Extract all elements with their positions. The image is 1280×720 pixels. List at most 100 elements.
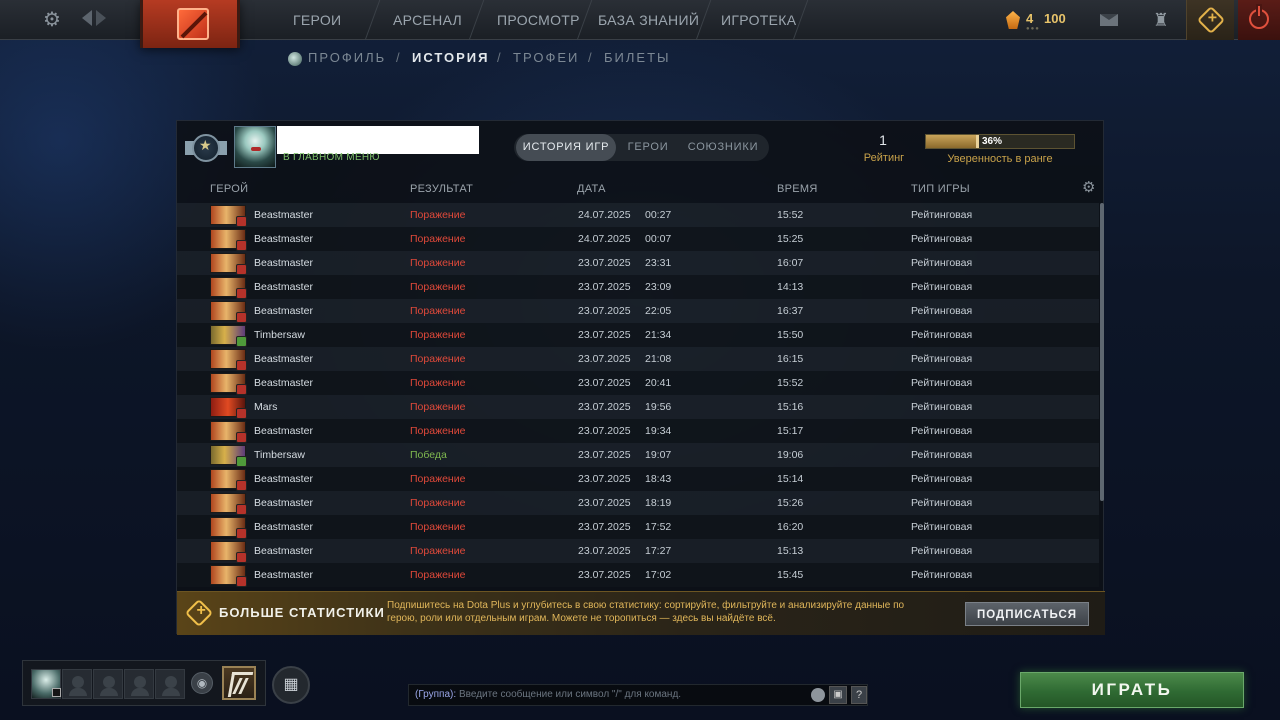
- table-row[interactable]: Beastmaster Поражение 23.07.2025 20:41 15:52…: [177, 371, 1099, 395]
- table-row[interactable]: Beastmaster Поражение 23.07.2025 18:43 15:14…: [177, 467, 1099, 491]
- armory-icon[interactable]: ♜: [1151, 10, 1171, 30]
- table-row[interactable]: Beastmaster Поражение 23.07.2025 17:27 15:13…: [177, 539, 1099, 563]
- row-result: Поражение: [410, 329, 466, 341]
- role-badge-icon: [236, 240, 247, 251]
- subnav-trophies[interactable]: ТРОФЕИ: [513, 50, 579, 65]
- row-time: 23:31: [645, 257, 672, 269]
- table-row[interactable]: Beastmaster Поражение 23.07.2025 23:31 16:07…: [177, 251, 1099, 275]
- play-button[interactable]: ИГРАТЬ: [1020, 672, 1244, 708]
- row-hero: Beastmaster: [254, 233, 313, 245]
- party-slot-empty[interactable]: [62, 669, 92, 699]
- column-hero[interactable]: ГЕРОЙ: [210, 183, 248, 195]
- row-hero: Timbersaw: [254, 449, 305, 461]
- profile-avatar-icon: [288, 52, 302, 66]
- party-slot-empty[interactable]: [124, 669, 154, 699]
- row-hero: Beastmaster: [254, 281, 313, 293]
- forward-arrow-icon[interactable]: [96, 10, 106, 26]
- row-hero: Beastmaster: [254, 521, 313, 533]
- tab-heroes[interactable]: ГЕРОИ: [618, 134, 678, 161]
- column-game-type[interactable]: ТИП ИГРЫ: [911, 183, 970, 195]
- role-badge-icon: [236, 384, 247, 395]
- table-row[interactable]: Timbersaw Поражение 23.07.2025 21:34 15:50 Ре…: [177, 323, 1099, 347]
- nav-armory[interactable]: АРСЕНАЛ: [393, 0, 462, 40]
- confidence-marker: [976, 135, 980, 148]
- role-badge-icon: [236, 216, 247, 227]
- battle-pass-badge-icon[interactable]: [222, 666, 256, 700]
- help-icon[interactable]: ?: [851, 686, 867, 704]
- dota-plus-button[interactable]: [1186, 0, 1234, 40]
- table-row[interactable]: Beastmaster Поражение 23.07.2025 17:02 15:45…: [177, 563, 1099, 587]
- exit-button[interactable]: [1238, 0, 1280, 40]
- dota-plus-icon: [1196, 5, 1226, 35]
- gear-icon[interactable]: ⚙: [40, 8, 64, 32]
- column-duration[interactable]: ВРЕМЯ: [777, 183, 818, 195]
- row-date: 23.07.2025: [578, 257, 631, 269]
- row-date: 23.07.2025: [578, 425, 631, 437]
- subnav-tickets[interactable]: БИЛЕТЫ: [604, 50, 671, 65]
- image-icon[interactable]: ▣: [829, 686, 847, 704]
- table-row[interactable]: Beastmaster Поражение 23.07.2025 21:08 16:15…: [177, 347, 1099, 371]
- chat-channel-label[interactable]: (Группа):: [415, 685, 456, 705]
- table-row[interactable]: Beastmaster Поражение 23.07.2025 22:05 16:37…: [177, 299, 1099, 323]
- emoji-icon[interactable]: [811, 688, 825, 702]
- party-slot-self[interactable]: [31, 669, 61, 699]
- dota-logo-button[interactable]: [140, 0, 240, 48]
- group-finder-icon[interactable]: ▦: [272, 666, 310, 704]
- party-slot-empty[interactable]: [93, 669, 123, 699]
- lock-icon: [52, 688, 61, 697]
- row-duration: 16:37: [777, 305, 804, 317]
- nav-watch[interactable]: ПРОСМОТР: [497, 0, 580, 40]
- row-game-type: Рейтинговая: [911, 497, 973, 509]
- party-slot-empty[interactable]: [155, 669, 185, 699]
- subnav-profile[interactable]: ПРОФИЛЬ: [308, 50, 386, 65]
- back-arrow-icon[interactable]: [82, 10, 92, 26]
- row-result: Поражение: [410, 281, 466, 293]
- row-result: Победа: [410, 449, 447, 461]
- table-settings-gear-icon[interactable]: ⚙: [1082, 180, 1095, 196]
- table-row[interactable]: Beastmaster Поражение 23.07.2025 17:52 16:20…: [177, 515, 1099, 539]
- table-row[interactable]: Beastmaster Поражение 23.07.2025 23:09 14:13…: [177, 275, 1099, 299]
- table-row[interactable]: Beastmaster Поражение 24.07.2025 00:07 15:25…: [177, 227, 1099, 251]
- subscribe-button[interactable]: ПОДПИСАТЬСЯ: [965, 602, 1089, 626]
- row-duration: 16:15: [777, 353, 804, 365]
- column-result[interactable]: РЕЗУЛЬТАТ: [410, 183, 473, 195]
- table-row[interactable]: Beastmaster Поражение 24.07.2025 00:27 15:52…: [177, 203, 1099, 227]
- match-list-scrollbar[interactable]: [1100, 203, 1104, 501]
- row-game-type: Рейтинговая: [911, 257, 973, 269]
- row-hero: Beastmaster: [254, 377, 313, 389]
- chat-input[interactable]: (Группа): Введите сообщение или символ "…: [408, 684, 868, 706]
- voice-chat-icon[interactable]: ◉: [191, 672, 213, 694]
- rating-label: Рейтинг: [863, 152, 905, 164]
- tab-match-history[interactable]: ИСТОРИЯ ИГР: [516, 134, 616, 161]
- match-list: Beastmaster Поражение 24.07.2025 00:27 15:52…: [177, 203, 1099, 587]
- player-avatar[interactable]: [234, 126, 276, 168]
- role-badge-icon: [236, 336, 247, 347]
- row-result: Поражение: [410, 209, 466, 221]
- row-date: 24.07.2025: [578, 209, 631, 221]
- table-row[interactable]: Mars Поражение 23.07.2025 19:56 15:16 Рейтинг…: [177, 395, 1099, 419]
- hero-portrait-icon: [210, 205, 247, 227]
- subnav-separator: /: [588, 50, 594, 65]
- hero-portrait-icon: [210, 373, 247, 395]
- row-game-type: Рейтинговая: [911, 209, 973, 221]
- row-date: 23.07.2025: [578, 521, 631, 533]
- row-result: Поражение: [410, 353, 466, 365]
- table-row[interactable]: Beastmaster Поражение 23.07.2025 18:19 15:26…: [177, 491, 1099, 515]
- nav-arcade[interactable]: ИГРОТЕКА: [721, 0, 796, 40]
- column-date[interactable]: ДАТА: [577, 183, 606, 195]
- row-hero: Beastmaster: [254, 545, 313, 557]
- row-result: Поражение: [410, 305, 466, 317]
- row-time: 22:05: [645, 305, 672, 317]
- hero-portrait-icon: [210, 565, 247, 587]
- nav-knowledge-base[interactable]: БАЗА ЗНАНИЙ: [598, 0, 699, 40]
- row-duration: 16:07: [777, 257, 804, 269]
- row-time: 21:08: [645, 353, 672, 365]
- table-row[interactable]: Timbersaw Победа 23.07.2025 19:07 19:06 Рейти…: [177, 443, 1099, 467]
- mail-icon[interactable]: [1100, 14, 1118, 26]
- subnav-history[interactable]: ИСТОРИЯ: [412, 50, 490, 65]
- row-result: Поражение: [410, 521, 466, 533]
- row-hero: Beastmaster: [254, 353, 313, 365]
- table-row[interactable]: Beastmaster Поражение 23.07.2025 19:34 15:17…: [177, 419, 1099, 443]
- tab-allies[interactable]: СОЮЗНИКИ: [680, 134, 766, 161]
- nav-heroes[interactable]: ГЕРОИ: [293, 0, 341, 40]
